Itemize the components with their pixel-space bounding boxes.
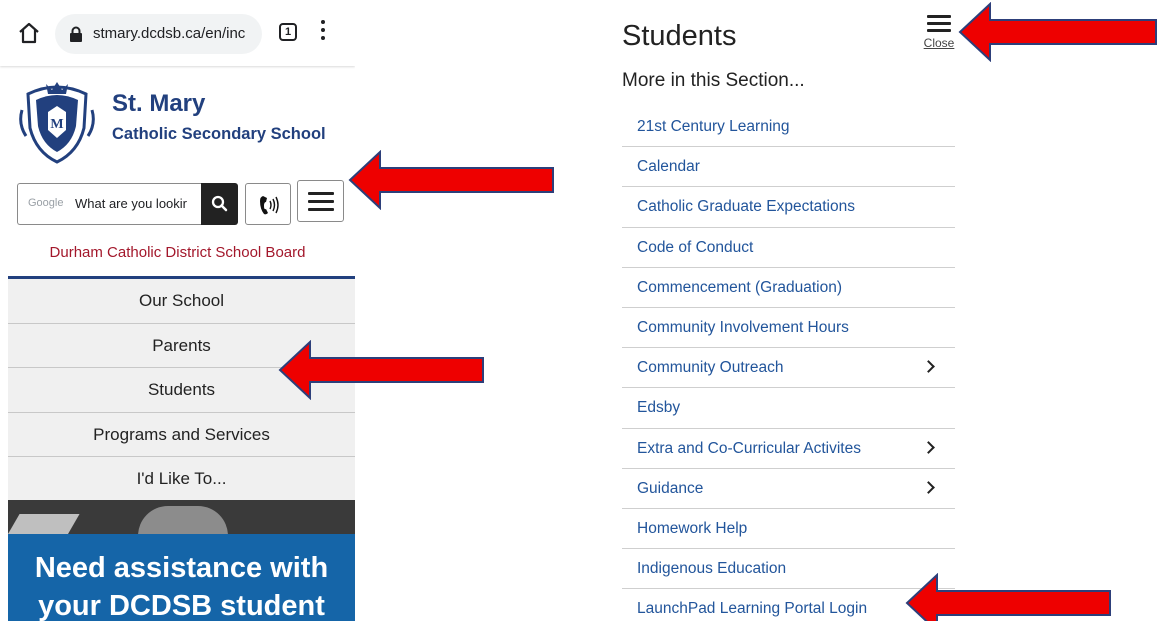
home-icon[interactable] bbox=[16, 20, 42, 46]
nav-item-programs-services[interactable]: Programs and Services bbox=[8, 412, 355, 457]
school-name[interactable]: St. Mary bbox=[112, 90, 205, 118]
menu-item-code-of-conduct[interactable]: Code of Conduct bbox=[622, 228, 955, 268]
nav-item-id-like-to[interactable]: I'd Like To... bbox=[8, 457, 355, 502]
chevron-right-icon[interactable] bbox=[922, 440, 935, 454]
menu-item-label: Catholic Graduate Expectations bbox=[637, 198, 855, 216]
banner-line-1: Need assistance with bbox=[34, 552, 329, 584]
section-heading: More in this Section... bbox=[622, 70, 805, 91]
chevron-right-icon[interactable] bbox=[922, 480, 935, 494]
menu-item-label: Indigenous Education bbox=[637, 560, 787, 578]
right-phone-screen: Students Close More in this Section... 2… bbox=[600, 0, 1020, 621]
section-title: Students bbox=[622, 20, 737, 52]
banner-line-2: your DCDSB student bbox=[38, 590, 325, 621]
url-text: stmary.dcdsb.ca/en/inc bbox=[93, 25, 246, 42]
annotation-arrow-students bbox=[278, 340, 484, 400]
contact-phone-button[interactable] bbox=[245, 183, 291, 225]
menu-item-label: Guidance bbox=[637, 479, 704, 497]
search-icon bbox=[211, 195, 228, 212]
menu-item-label: Code of Conduct bbox=[637, 238, 754, 256]
svg-text:M: M bbox=[50, 117, 63, 132]
hamburger-menu-button[interactable] bbox=[297, 180, 344, 222]
menu-item-catholic-graduate-expectations[interactable]: Catholic Graduate Expectations bbox=[622, 187, 955, 228]
menu-item-edsby[interactable]: Edsby bbox=[622, 388, 955, 429]
menu-item-label: LaunchPad Learning Portal Login bbox=[637, 600, 868, 618]
menu-item-calendar[interactable]: Calendar bbox=[622, 147, 955, 188]
annotation-arrow-close bbox=[958, 2, 1157, 62]
annotation-arrow-launchpad bbox=[905, 573, 1111, 621]
menu-item-homework-help[interactable]: Homework Help bbox=[622, 509, 955, 550]
menu-item-label: Extra and Co-Curricular Activites bbox=[637, 439, 861, 457]
browser-menu-icon[interactable] bbox=[318, 20, 328, 46]
menu-item-extra-co-curricular[interactable]: Extra and Co-Curricular Activites bbox=[622, 429, 955, 469]
nav-item-our-school[interactable]: Our School bbox=[8, 279, 355, 324]
assistance-banner[interactable]: Need assistance with your DCDSB student bbox=[8, 534, 355, 621]
phone-icon bbox=[260, 196, 279, 215]
menu-item-label: Community Outreach bbox=[637, 359, 784, 377]
menu-item-label: Homework Help bbox=[637, 519, 748, 537]
chevron-right-icon[interactable] bbox=[922, 360, 935, 373]
hamburger-icon bbox=[308, 192, 334, 195]
left-phone-screen: stmary.dcdsb.ca/en/inc 1 M St. Mary Cath… bbox=[0, 0, 355, 621]
hamburger-close-icon bbox=[927, 15, 951, 18]
annotation-arrow-menu bbox=[348, 150, 554, 210]
menu-item-guidance[interactable]: Guidance bbox=[622, 469, 955, 509]
menu-item-label: Commencement (Graduation) bbox=[637, 278, 843, 296]
address-bar[interactable]: stmary.dcdsb.ca/en/inc bbox=[55, 14, 262, 54]
school-subtitle[interactable]: Catholic Secondary School bbox=[112, 125, 326, 144]
menu-item-commencement[interactable]: Commencement (Graduation) bbox=[622, 268, 955, 308]
menu-item-community-involvement-hours[interactable]: Community Involvement Hours bbox=[622, 308, 955, 349]
close-menu-button[interactable]: Close bbox=[923, 15, 955, 50]
browser-toolbar: stmary.dcdsb.ca/en/inc 1 bbox=[0, 0, 355, 66]
menu-item-label: Community Involvement Hours bbox=[637, 318, 849, 336]
google-search-brand: Google bbox=[28, 197, 64, 209]
menu-item-label: 21st Century Learning bbox=[637, 118, 790, 135]
section-menu-list: 21st Century Learning Calendar Catholic … bbox=[622, 107, 955, 621]
lock-icon bbox=[70, 26, 82, 42]
tab-switcher-button[interactable]: 1 bbox=[279, 23, 297, 41]
close-label: Close bbox=[923, 36, 955, 50]
site-search-input[interactable]: Google What are you lookir bbox=[17, 183, 203, 225]
search-button[interactable] bbox=[201, 183, 238, 225]
menu-item-community-outreach[interactable]: Community Outreach bbox=[622, 348, 955, 389]
menu-item-21st-century-learning[interactable]: 21st Century Learning bbox=[622, 107, 955, 148]
menu-item-label: Calendar bbox=[637, 158, 700, 176]
screenshot-canvas: stmary.dcdsb.ca/en/inc 1 M St. Mary Cath… bbox=[0, 0, 1159, 621]
school-crest-logo[interactable]: M bbox=[18, 80, 96, 164]
search-placeholder: What are you lookir bbox=[75, 196, 187, 211]
hero-photo bbox=[8, 500, 355, 534]
menu-item-label: Edsby bbox=[637, 399, 681, 417]
board-link[interactable]: Durham Catholic District School Board bbox=[0, 244, 355, 261]
